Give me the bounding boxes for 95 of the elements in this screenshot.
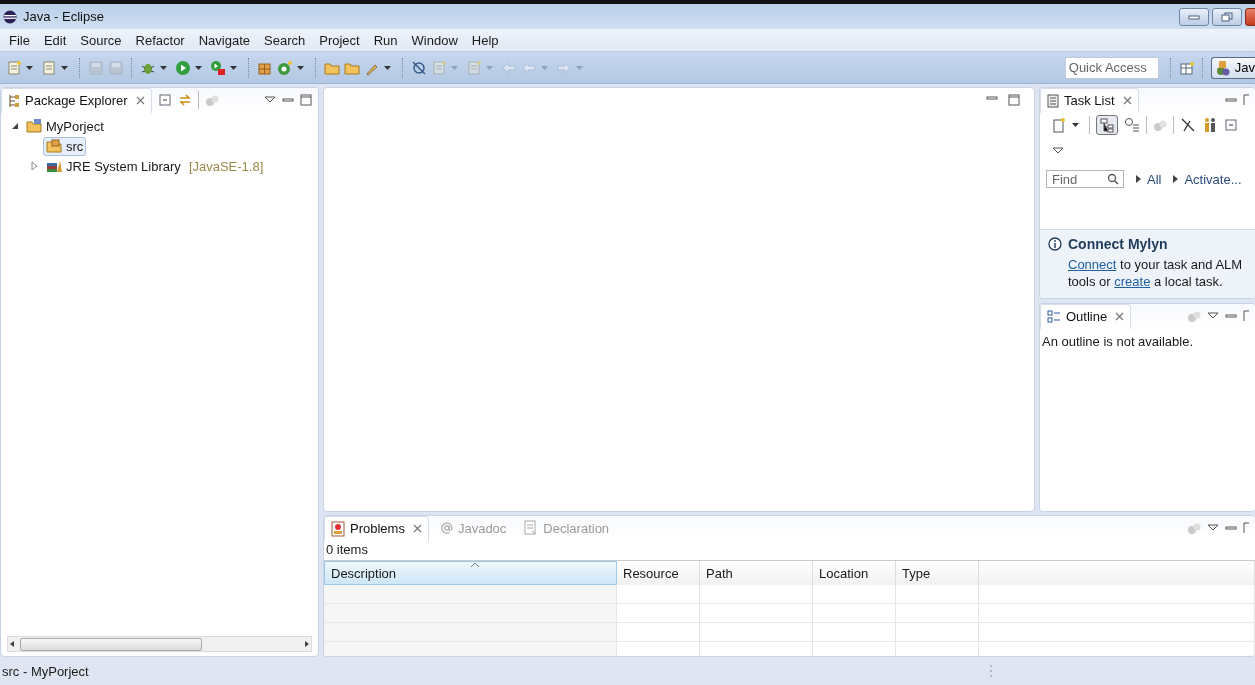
collapse-all-icon[interactable] xyxy=(1224,118,1238,132)
restore-icon xyxy=(1221,11,1233,22)
menu-item[interactable]: Navigate xyxy=(191,32,257,48)
dropdown-arrow-icon[interactable] xyxy=(297,65,304,70)
dropdown-arrow-icon[interactable] xyxy=(160,65,167,70)
minimize-icon[interactable] xyxy=(1225,524,1237,532)
problems-icon xyxy=(331,520,345,537)
connect-mylyn-text: Connect to your task and ALM tools or create a local task. xyxy=(1068,256,1244,290)
collapse-all-icon[interactable] xyxy=(157,93,172,107)
minimize-icon[interactable] xyxy=(1225,312,1237,320)
play-arrow-icon xyxy=(1173,175,1179,183)
column-header[interactable]: Type xyxy=(896,561,979,585)
outline-tab[interactable]: Outline xyxy=(1040,304,1132,329)
menu-item[interactable]: Window xyxy=(404,32,465,48)
clipboard-icon xyxy=(1047,93,1059,108)
menu-item[interactable]: Project xyxy=(312,32,367,48)
new-task-icon[interactable] xyxy=(1052,117,1066,133)
tree-item[interactable]: JRE System Library [JavaSE-1.8] xyxy=(43,156,267,176)
project-folder-icon xyxy=(26,119,42,133)
scroll-left-icon[interactable] xyxy=(8,640,16,648)
menu-item[interactable]: Help xyxy=(464,32,506,48)
item-count: 0 items xyxy=(325,541,369,559)
task-list-tab[interactable]: Task List xyxy=(1040,88,1139,113)
at-sign-icon xyxy=(440,522,453,534)
column-header[interactable]: Resource xyxy=(617,561,700,585)
dropdown-arrow-icon[interactable] xyxy=(230,65,237,70)
window-title: Java - Eclipse xyxy=(23,9,104,24)
view-menu-icon[interactable] xyxy=(1207,524,1219,532)
horizontal-scrollbar[interactable] xyxy=(7,636,312,652)
hierarchy-icon xyxy=(8,93,20,108)
people-icon[interactable] xyxy=(1202,117,1218,133)
column-header[interactable]: Location xyxy=(813,561,896,585)
restore-button[interactable] xyxy=(1212,7,1242,26)
declaration-icon xyxy=(524,520,539,536)
menu-item[interactable]: Edit xyxy=(36,32,74,48)
tree-item[interactable]: MyPorject xyxy=(23,116,107,136)
run-config-icon[interactable] xyxy=(210,59,226,76)
status-text: src - MyPorject xyxy=(2,663,89,679)
scrollbar-thumb[interactable] xyxy=(20,637,202,651)
outline-message: An outline is not available. xyxy=(1041,333,1195,351)
scheduled-icon[interactable] xyxy=(1124,117,1140,133)
minimize-button[interactable] xyxy=(1179,7,1209,26)
search-icon xyxy=(1107,173,1119,185)
maximize-icon[interactable] xyxy=(1243,310,1249,322)
open-perspective-icon[interactable] xyxy=(1178,59,1195,76)
eclipse-logo-icon xyxy=(3,9,17,24)
info-icon xyxy=(1048,237,1062,251)
close-icon[interactable] xyxy=(135,96,145,105)
grip-icon xyxy=(989,664,993,678)
menu-item[interactable]: Refactor xyxy=(128,32,192,48)
outline-icon xyxy=(1047,309,1061,324)
hide-completed-icon[interactable] xyxy=(1180,117,1196,133)
expand-arrow-icon[interactable] xyxy=(11,122,19,130)
maximize-icon[interactable] xyxy=(1243,94,1249,106)
menu-item[interactable]: Run xyxy=(366,32,405,48)
close-icon[interactable] xyxy=(1115,312,1125,321)
minimize-icon[interactable] xyxy=(986,94,998,102)
connect-mylyn-title: Connect Mylyn xyxy=(1068,236,1168,252)
package-folder-icon xyxy=(46,139,62,153)
package-explorer-tab[interactable]: Package Explorer xyxy=(1,88,152,113)
dropdown-arrow-icon[interactable] xyxy=(1072,123,1079,127)
close-icon[interactable] xyxy=(1122,96,1132,105)
menu-item[interactable]: File xyxy=(2,32,37,48)
view-menu-icon[interactable] xyxy=(1207,312,1219,320)
dropdown-arrow-icon[interactable] xyxy=(61,65,68,70)
view-menu-icon[interactable] xyxy=(1052,147,1064,155)
find-field[interactable]: Find xyxy=(1046,170,1124,188)
minimize-icon[interactable] xyxy=(282,96,294,104)
filter-link[interactable]: All xyxy=(1147,171,1162,187)
column-header[interactable]: Description xyxy=(324,561,617,585)
minimize-icon[interactable] xyxy=(1225,96,1237,104)
java-perspective-button[interactable]: Jav xyxy=(1210,56,1255,79)
minimize-icon xyxy=(1188,13,1200,20)
java-perspective-icon xyxy=(1215,59,1232,76)
tree-item[interactable]: src xyxy=(43,136,87,156)
play-arrow-icon xyxy=(1136,175,1141,183)
dropdown-arrow-icon[interactable] xyxy=(195,65,202,70)
menu-item[interactable]: Source xyxy=(73,32,129,48)
menu-item[interactable]: Search xyxy=(257,32,313,48)
maximize-icon[interactable] xyxy=(1008,94,1020,106)
view-tab[interactable]: Problems xyxy=(324,516,429,541)
link[interactable]: create xyxy=(1114,274,1151,289)
view-menu-icon[interactable] xyxy=(264,96,276,104)
close-icon[interactable] xyxy=(412,524,422,533)
quick-access-field[interactable]: Quick Access xyxy=(1064,56,1159,79)
dropdown-arrow-icon[interactable] xyxy=(384,65,391,70)
column-header[interactable]: Path xyxy=(700,561,813,585)
filter-link[interactable]: Activate... xyxy=(1184,171,1242,187)
maximize-icon[interactable] xyxy=(300,94,312,106)
maximize-icon[interactable] xyxy=(1243,522,1249,534)
dropdown-arrow-icon[interactable] xyxy=(26,65,33,70)
link[interactable]: Connect xyxy=(1068,257,1117,272)
scroll-right-icon[interactable] xyxy=(303,640,311,648)
link-editor-icon[interactable] xyxy=(177,93,192,107)
categorized-icon[interactable] xyxy=(1096,115,1118,135)
